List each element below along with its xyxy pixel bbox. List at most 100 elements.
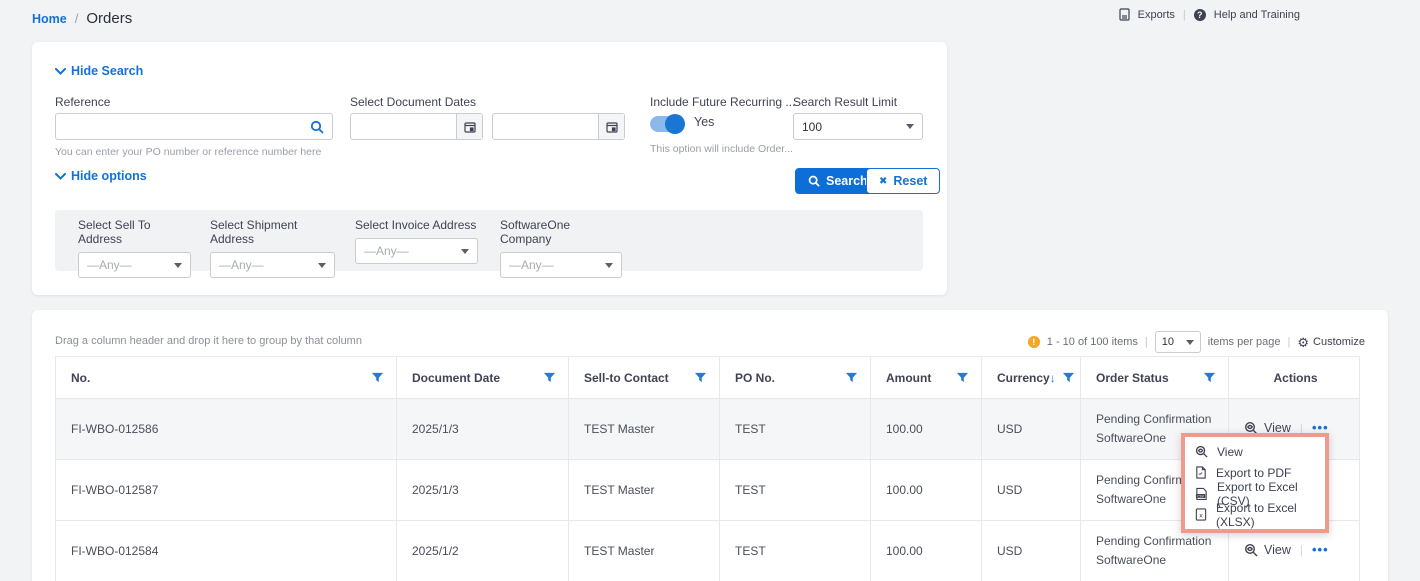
exports-icon — [1119, 8, 1130, 21]
cell-currency: USD — [982, 399, 1081, 460]
menu-item-view[interactable]: View — [1185, 441, 1325, 462]
pager-divider: | — [1145, 336, 1148, 348]
table-row[interactable]: FI-WBO-012584 2025/1/2 TEST Master TEST … — [56, 521, 1360, 581]
more-actions-button[interactable]: ••• — [1312, 542, 1329, 557]
result-limit-select[interactable]: 100 — [793, 113, 923, 140]
breadcrumb-home-link[interactable]: Home — [32, 12, 67, 26]
result-limit-value: 100 — [802, 120, 822, 134]
column-header-order-status[interactable]: Order Status — [1081, 357, 1229, 399]
xlsx-file-icon: x — [1195, 508, 1207, 521]
result-limit-label: Search Result Limit — [793, 95, 897, 109]
filter-icon[interactable] — [1203, 371, 1216, 384]
preview-icon — [1195, 445, 1208, 458]
toggle-knob — [665, 114, 685, 134]
future-recurring-state: Yes — [694, 115, 714, 129]
column-header-po-no[interactable]: PO No. — [720, 357, 871, 399]
result-limit-warning-icon: ! — [1028, 336, 1040, 348]
invoice-address-select[interactable]: —Any— — [355, 238, 478, 264]
filter-icon[interactable] — [956, 371, 969, 384]
page-size-value: 10 — [1162, 336, 1174, 348]
help-icon: ? — [1194, 9, 1206, 21]
gear-icon: ⚙ — [1297, 336, 1309, 349]
filter-icon[interactable] — [845, 371, 858, 384]
column-header-amount[interactable]: Amount — [871, 357, 982, 399]
preview-icon — [1244, 543, 1258, 557]
pager-divider: | — [1288, 336, 1291, 348]
table-row[interactable]: FI-WBO-012586 2025/1/3 TEST Master TEST … — [56, 399, 1360, 460]
topbar-divider: | — [1183, 9, 1186, 21]
column-header-no[interactable]: No. — [56, 357, 397, 399]
pdf-file-icon — [1195, 466, 1207, 479]
chevron-down-icon — [1186, 340, 1194, 345]
future-recurring-helper: This option will include Order... — [650, 143, 793, 155]
hide-search-label: Hide Search — [71, 64, 143, 78]
search-icon[interactable] — [310, 120, 332, 134]
softwareone-company-label: SoftwareOne Company — [500, 218, 622, 246]
column-label: Document Date — [412, 371, 500, 385]
exports-link[interactable]: Exports — [1138, 9, 1175, 21]
view-button[interactable]: View — [1244, 543, 1291, 557]
column-label: No. — [71, 371, 90, 385]
sell-to-address-select[interactable]: —Any— — [78, 252, 191, 278]
reset-button[interactable]: ✖ Reset — [866, 168, 940, 194]
filter-icon[interactable] — [1062, 371, 1075, 384]
actions-divider: | — [1300, 543, 1303, 557]
column-header-currency[interactable]: Currency ↓ — [982, 357, 1081, 399]
cell-document-date: 2025/1/3 — [397, 460, 569, 521]
filter-icon[interactable] — [543, 371, 556, 384]
sell-to-address-value: —Any— — [87, 258, 132, 272]
chevron-down-icon — [174, 263, 182, 268]
chevron-down-icon — [318, 263, 326, 268]
reference-input[interactable] — [55, 113, 333, 140]
hide-search-toggle[interactable]: Hide Search — [55, 64, 143, 78]
chevron-down-icon — [906, 124, 914, 129]
shipment-address-value: —Any— — [219, 258, 264, 272]
calendar-icon[interactable] — [456, 114, 482, 139]
page-title: Orders — [86, 10, 132, 27]
help-and-training-link[interactable]: Help and Training — [1214, 9, 1300, 21]
pager: ! 1 - 10 of 100 items | 10 items per pag… — [1028, 331, 1365, 353]
invoice-address-value: —Any— — [364, 244, 409, 258]
cell-sell-to-contact: TEST Master — [569, 399, 720, 460]
table-header-row: No. Document Date Sell-to Contact PO No.… — [56, 357, 1360, 399]
menu-item-export-xlsx[interactable]: x Export to Excel (XLSX) — [1185, 504, 1325, 525]
future-recurring-label: Include Future Recurring ... — [650, 95, 795, 109]
chevron-down-icon — [461, 249, 469, 254]
search-button-label: Search — [826, 174, 868, 188]
filter-icon[interactable] — [371, 371, 384, 384]
column-header-document-date[interactable]: Document Date — [397, 357, 569, 399]
cell-po-no: TEST — [720, 521, 871, 581]
date-from-input[interactable] — [350, 113, 483, 140]
date-to-input[interactable] — [492, 113, 625, 140]
cell-document-date: 2025/1/2 — [397, 521, 569, 581]
cell-no: FI-WBO-012586 — [56, 399, 397, 460]
breadcrumb: Home / Orders — [32, 10, 132, 27]
filter-icon[interactable] — [694, 371, 707, 384]
future-recurring-toggle[interactable] — [650, 116, 684, 132]
shipment-address-select[interactable]: —Any— — [210, 252, 335, 278]
softwareone-company-select[interactable]: —Any— — [500, 252, 622, 278]
page-size-select[interactable]: 10 — [1155, 331, 1201, 353]
customize-label: Customize — [1313, 336, 1365, 348]
menu-item-label: Export to Excel (XLSX) — [1216, 501, 1315, 529]
svg-text:x: x — [1199, 511, 1203, 519]
csv-file-icon: CSV — [1195, 487, 1208, 500]
column-header-sell-to-contact[interactable]: Sell-to Contact — [569, 357, 720, 399]
cell-no: FI-WBO-012587 — [56, 460, 397, 521]
column-label: Amount — [886, 371, 931, 385]
document-dates-label: Select Document Dates — [350, 95, 476, 109]
table-row[interactable]: FI-WBO-012587 2025/1/3 TEST Master TEST … — [56, 460, 1360, 521]
group-drop-hint: Drag a column header and drop it here to… — [55, 335, 362, 347]
cell-document-date: 2025/1/3 — [397, 399, 569, 460]
hide-options-toggle[interactable]: Hide options — [55, 169, 147, 183]
softwareone-company-value: —Any— — [509, 258, 554, 272]
column-label: PO No. — [735, 371, 775, 385]
customize-button[interactable]: ⚙ Customize — [1297, 336, 1365, 349]
menu-item-label: Export to PDF — [1216, 466, 1291, 480]
orders-table: No. Document Date Sell-to Contact PO No.… — [55, 356, 1360, 581]
pager-range-text: 1 - 10 of 100 items — [1047, 336, 1138, 348]
calendar-icon[interactable] — [598, 114, 624, 139]
shipment-address-label: Select Shipment Address — [210, 218, 335, 246]
view-label: View — [1264, 543, 1291, 557]
chevron-down-icon — [55, 173, 66, 180]
